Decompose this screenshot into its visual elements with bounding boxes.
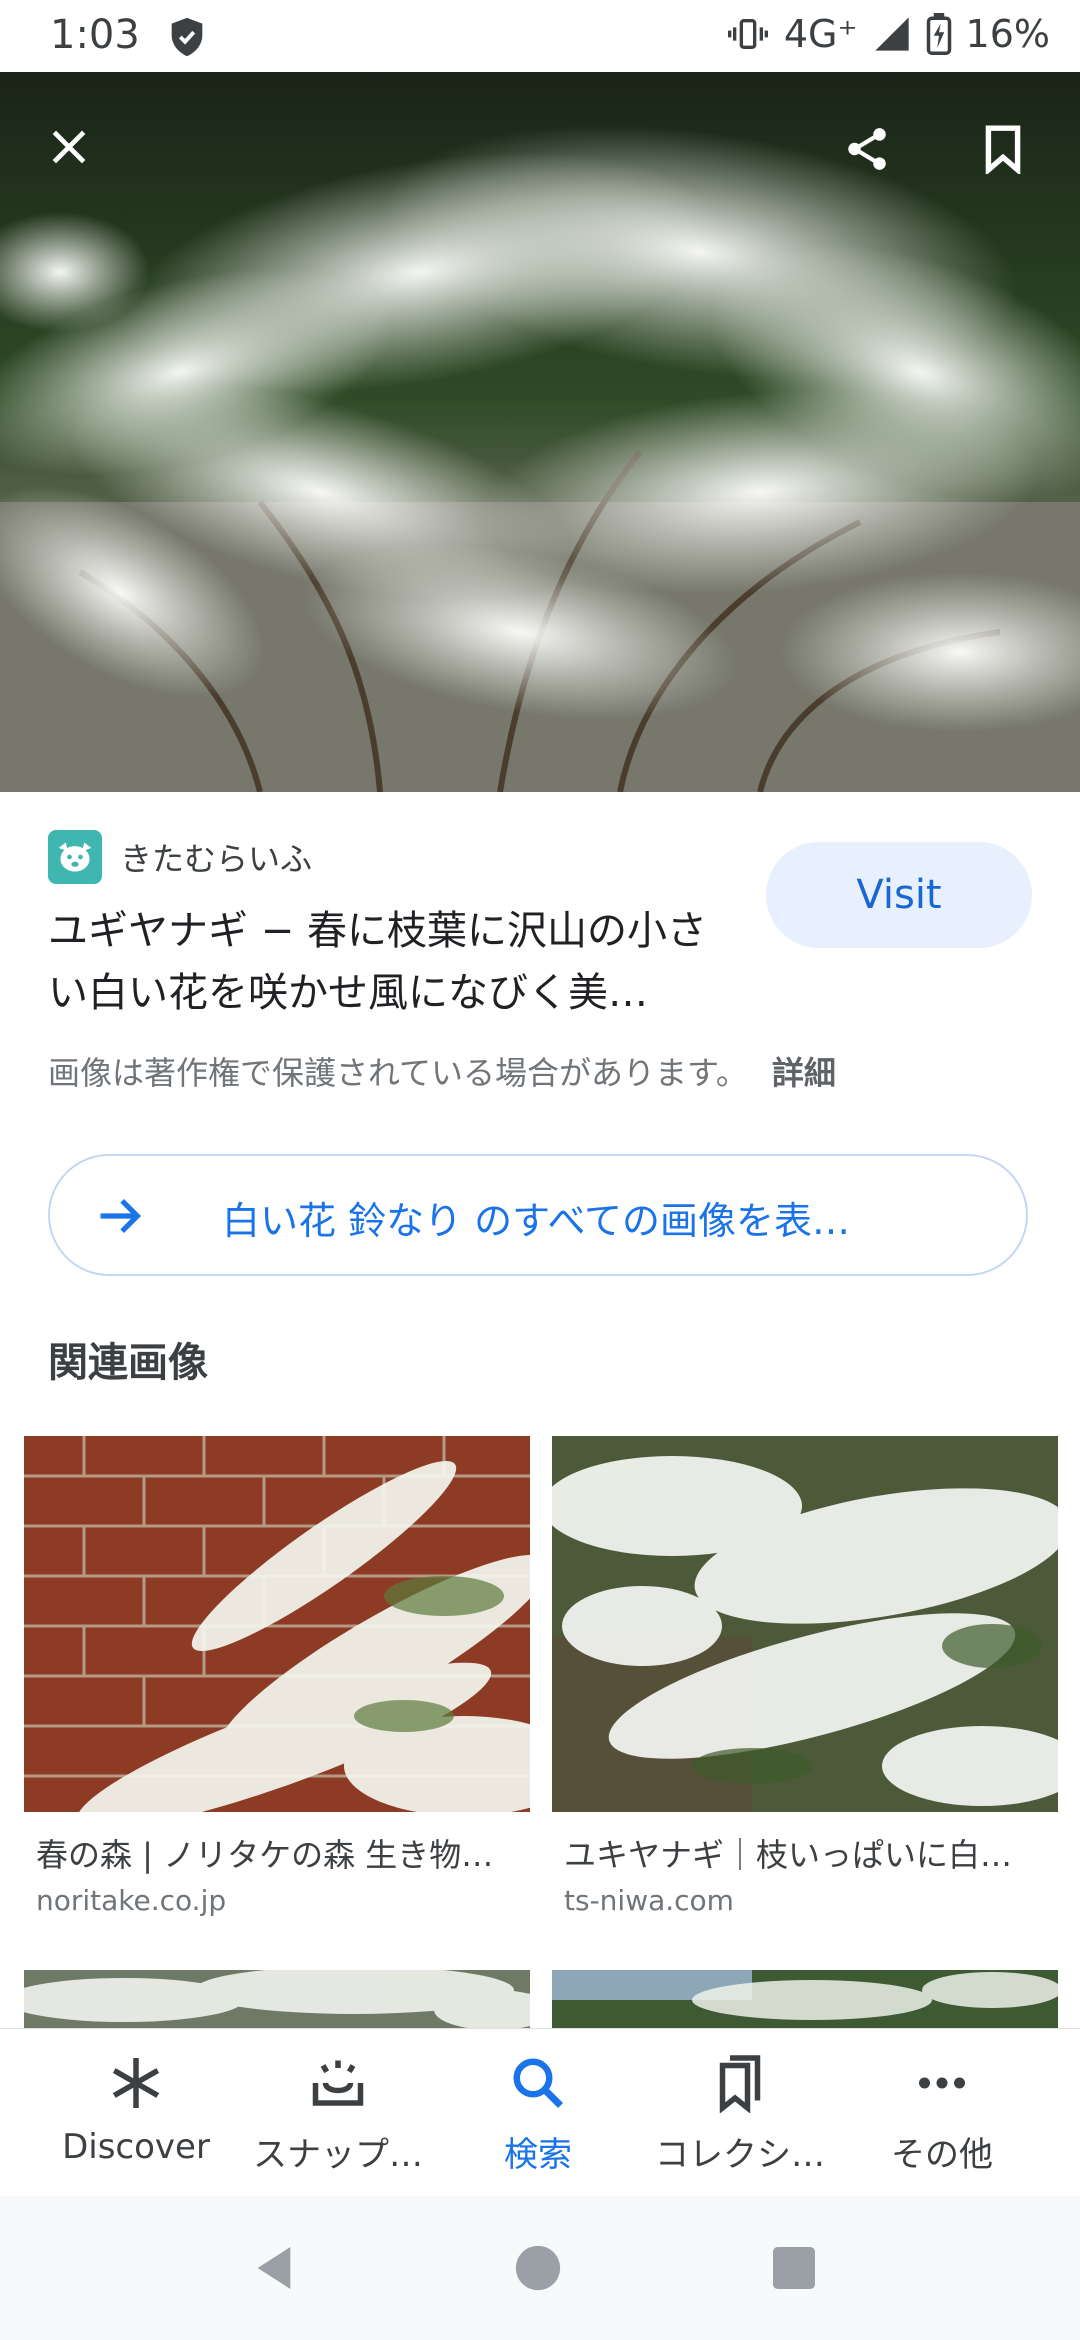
related-thumbnail[interactable] [24, 1436, 530, 1812]
system-navigation-bar [0, 2196, 1080, 2340]
nav-label: その他 [891, 2135, 993, 2175]
nav-search[interactable]: 検索 [438, 2029, 638, 2197]
flowering-shrub-photo [0, 72, 1080, 792]
share-button[interactable] [822, 104, 912, 194]
shield-icon [171, 17, 203, 57]
arrow-right-icon [100, 1198, 142, 1234]
source-row[interactable]: きたむらいふ [48, 830, 312, 884]
all-images-label: 白い花 鈴なり のすべての画像を表… [222, 1199, 850, 1243]
bookmark-icon [985, 125, 1021, 174]
search-icon [513, 2058, 563, 2108]
flowering-tree-photo [552, 1970, 1058, 2028]
back-icon[interactable] [246, 2240, 302, 2296]
more-icon [919, 2077, 965, 2089]
status-bar: 1:03 4G⁺ 16% [0, 0, 1080, 72]
battery-percent: 16% [965, 12, 1050, 56]
home-icon[interactable] [510, 2240, 566, 2296]
vibrate-icon [727, 19, 768, 49]
nav-more[interactable]: その他 [842, 2029, 1042, 2197]
nav-label: 検索 [504, 2135, 572, 2175]
source-logo [48, 830, 102, 884]
close-icon [52, 130, 86, 164]
brick-wall-flowers-photo [24, 1436, 530, 1812]
related-domain: ts-niwa.com [564, 1884, 734, 1917]
related-domain: noritake.co.jp [36, 1884, 227, 1917]
related-image-card[interactable]: 春の森 | ノリタケの森 生き物… noritake.co.jp [24, 1436, 530, 1917]
related-image-card[interactable]: ユキヤナギ｜枝いっぱいに白… ts-niwa.com [552, 1436, 1058, 1917]
nav-label: スナップ… [253, 2135, 423, 2175]
bottom-navigation: Discover スナップ… 検索 コレクシ… その他 [0, 2028, 1080, 2197]
share-icon [848, 128, 886, 170]
result-title[interactable]: ユギヤナギ − 春に枝葉に沢山の小さい白い花を咲かせ風になびく美… [48, 900, 738, 1024]
nav-discover[interactable]: Discover [36, 2029, 236, 2197]
dog-face-icon [58, 842, 92, 872]
nav-label: Discover [62, 2127, 210, 2167]
white-flowers-closeup-photo [552, 1436, 1058, 1812]
status-time: 1:03 [50, 12, 140, 58]
recents-icon[interactable] [766, 2240, 822, 2296]
status-right-group: 4G⁺ 16% [726, 12, 1050, 56]
nav-collections[interactable]: コレクシ… [640, 2029, 840, 2197]
network-type: 4G⁺ [783, 12, 858, 56]
related-caption: ユキヤナギ｜枝いっぱいに白… [564, 1836, 1013, 1874]
nav-label: コレクシ… [655, 2135, 825, 2175]
snapshot-icon [312, 2060, 364, 2106]
visit-button[interactable]: Visit [766, 842, 1032, 948]
hero-image [0, 72, 1080, 792]
signal-icon [874, 17, 909, 51]
related-thumbnail-partial[interactable] [552, 1970, 1058, 2028]
collections-icon [719, 2055, 761, 2113]
copyright-text: 画像は著作権で保護されている場合があります。 [48, 1054, 748, 1092]
close-button[interactable] [24, 102, 114, 192]
related-images-heading: 関連画像 [48, 1340, 208, 1386]
details-link[interactable]: 詳細 [772, 1054, 836, 1092]
battery-icon [926, 13, 951, 55]
source-name: きたむらいふ [120, 840, 313, 878]
all-images-button[interactable]: 白い花 鈴なり のすべての画像を表… [48, 1154, 1028, 1276]
copyright-notice: 画像は著作権で保護されている場合があります。 詳細 [48, 1048, 836, 1094]
save-button[interactable] [958, 104, 1048, 194]
white-flowers-photo [24, 1970, 530, 2028]
nav-snapshot[interactable]: スナップ… [238, 2029, 438, 2197]
related-thumbnail-partial[interactable] [24, 1970, 530, 2028]
related-thumbnail[interactable] [552, 1436, 1058, 1812]
related-caption: 春の森 | ノリタケの森 生き物… [36, 1836, 494, 1874]
asterisk-icon [112, 2058, 160, 2108]
